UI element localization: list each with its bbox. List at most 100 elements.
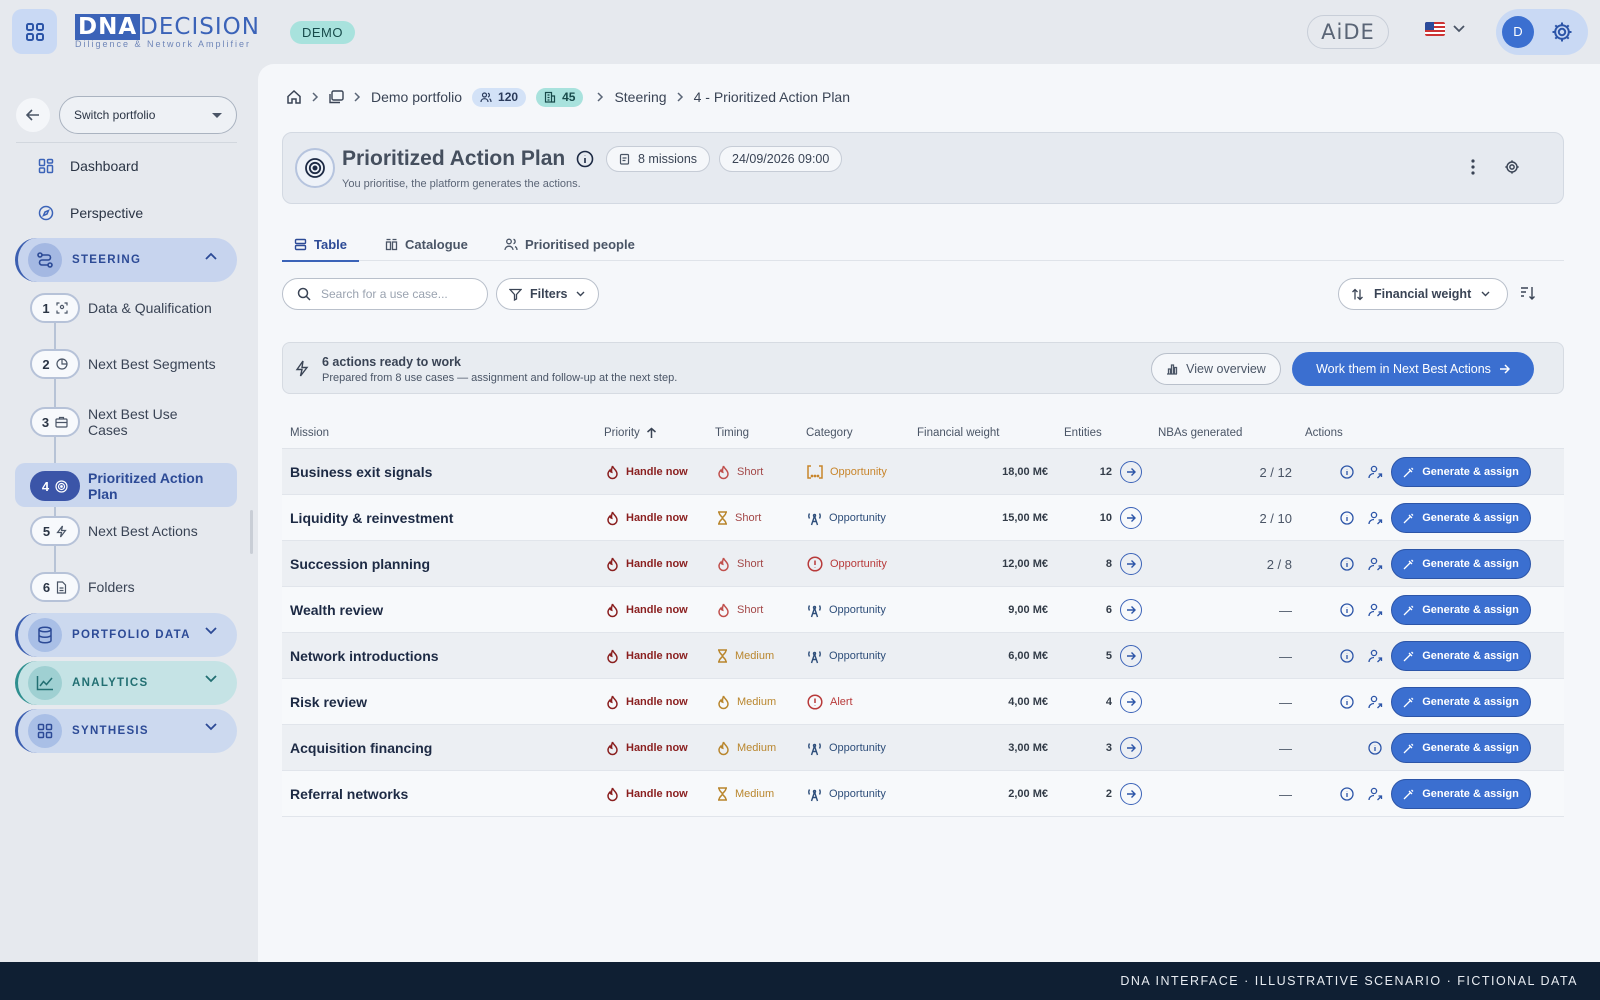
info-button[interactable] (1340, 541, 1354, 587)
open-entities-button[interactable] (1120, 737, 1142, 759)
tab-catalogue[interactable]: Catalogue (385, 227, 468, 261)
more-vertical-icon[interactable] (1471, 159, 1475, 175)
info-button[interactable] (1340, 679, 1354, 725)
home-icon[interactable] (286, 89, 302, 105)
info-icon[interactable] (1340, 511, 1354, 525)
settings-gear-icon[interactable] (1550, 20, 1574, 44)
generate-assign-button[interactable]: Generate & assign (1391, 641, 1531, 671)
info-icon[interactable] (1340, 649, 1354, 663)
breadcrumb-portfolio[interactable]: Demo portfolio (371, 89, 462, 105)
step-folders[interactable]: 6 Folders (30, 572, 218, 602)
col-timing[interactable]: Timing (715, 427, 749, 439)
mission-name[interactable]: Business exit signals (290, 449, 432, 495)
assign-user-icon[interactable] (1368, 695, 1383, 709)
table-row[interactable]: Referral networks Handle now Medium Oppo… (282, 771, 1564, 817)
table-row[interactable]: Acquisition financing Handle now Medium … (282, 725, 1564, 771)
tab-prioritised-people[interactable]: Prioritised people (504, 227, 635, 261)
open-entities-button[interactable] (1120, 461, 1142, 483)
col-financial-weight[interactable]: Financial weight (917, 427, 999, 439)
assign-user-icon[interactable] (1368, 465, 1383, 479)
info-icon[interactable] (1340, 787, 1354, 801)
generate-assign-button[interactable]: Generate & assign (1391, 733, 1531, 763)
assign-button[interactable] (1368, 633, 1383, 679)
assign-button[interactable] (1368, 587, 1383, 633)
assign-button[interactable] (1368, 679, 1383, 725)
col-nbas-generated[interactable]: NBAs generated (1158, 427, 1242, 439)
info-icon[interactable] (1368, 741, 1382, 755)
generate-assign-button[interactable]: Generate & assign (1391, 687, 1531, 717)
generate-assign-button[interactable]: Generate & assign (1391, 595, 1531, 625)
assign-user-icon[interactable] (1368, 649, 1383, 663)
col-category[interactable]: Category (806, 427, 853, 439)
filters-button[interactable]: Filters (496, 278, 599, 310)
info-button[interactable] (1368, 725, 1382, 771)
generate-assign-button[interactable]: Generate & assign (1391, 779, 1531, 809)
work-in-nba-button[interactable]: Work them in Next Best Actions (1292, 352, 1534, 386)
info-icon[interactable] (1340, 603, 1354, 617)
info-button[interactable] (1340, 495, 1354, 541)
assign-user-icon[interactable] (1368, 557, 1383, 571)
info-icon[interactable] (1340, 557, 1354, 571)
step-next-best-use-cases[interactable]: 3 Next Best Use Cases (30, 406, 218, 438)
sort-field-select[interactable]: Financial weight (1338, 278, 1508, 310)
tab-table[interactable]: Table (282, 227, 359, 262)
sidebar-group-steering[interactable]: STEERING (15, 238, 237, 282)
app-logo[interactable]: DNA DECISION Diligence & Network Amplifie… (75, 14, 260, 49)
sort-direction-icon[interactable] (1520, 286, 1536, 300)
open-entities-button[interactable] (1120, 783, 1142, 805)
search-input[interactable] (321, 287, 471, 301)
table-row[interactable]: Business exit signals Handle now Short O… (282, 449, 1564, 495)
open-entities-button[interactable] (1120, 691, 1142, 713)
table-row[interactable]: Liquidity & reinvestment Handle now Shor… (282, 495, 1564, 541)
mission-name[interactable]: Wealth review (290, 587, 383, 633)
mission-name[interactable]: Acquisition financing (290, 725, 432, 771)
portfolio-icon[interactable] (329, 90, 344, 104)
assign-user-icon[interactable] (1368, 603, 1383, 617)
sidebar-item-dashboard[interactable]: Dashboard (38, 152, 139, 180)
mission-name[interactable]: Succession planning (290, 541, 430, 587)
assign-user-icon[interactable] (1368, 787, 1383, 801)
generate-assign-button[interactable]: Generate & assign (1391, 503, 1531, 533)
assign-button[interactable] (1368, 449, 1383, 495)
table-row[interactable]: Succession planning Handle now Short Opp… (282, 541, 1564, 587)
step-next-best-segments[interactable]: 2 Next Best Segments (30, 349, 218, 379)
step-data-qualification[interactable]: 1 Data & Qualification (30, 293, 218, 323)
step-next-best-actions[interactable]: 5 Next Best Actions (30, 516, 218, 546)
table-row[interactable]: Network introductions Handle now Medium … (282, 633, 1564, 679)
sidebar-group-synthesis[interactable]: SYNTHESIS (15, 709, 237, 753)
mission-name[interactable]: Risk review (290, 679, 367, 725)
settings-gear-icon[interactable] (1504, 159, 1520, 175)
sidebar-scrollbar[interactable] (250, 510, 253, 554)
language-selector[interactable] (1425, 22, 1465, 36)
step-prioritized-action-plan[interactable]: 4 Prioritized Action Plan (30, 470, 218, 502)
info-icon[interactable] (1340, 465, 1354, 479)
generate-assign-button[interactable]: Generate & assign (1391, 457, 1531, 487)
switch-portfolio-select[interactable]: Switch portfolio (59, 96, 237, 134)
col-priority[interactable]: Priority (604, 427, 657, 439)
open-entities-button[interactable] (1120, 645, 1142, 667)
mission-name[interactable]: Network introductions (290, 633, 439, 679)
col-mission[interactable]: Mission (290, 427, 329, 439)
assign-button[interactable] (1368, 541, 1383, 587)
sidebar-group-portfolio-data[interactable]: PORTFOLIO DATA (15, 613, 237, 657)
assign-button[interactable] (1368, 495, 1383, 541)
search-field[interactable] (282, 278, 488, 310)
mission-name[interactable]: Liquidity & reinvestment (290, 495, 453, 541)
open-entities-button[interactable] (1120, 553, 1142, 575)
open-entities-button[interactable] (1120, 507, 1142, 529)
table-row[interactable]: Risk review Handle now Medium Alert 4,00… (282, 679, 1564, 725)
aide-button[interactable]: AiDE (1307, 15, 1389, 49)
open-entities-button[interactable] (1120, 599, 1142, 621)
info-button[interactable] (1340, 449, 1354, 495)
info-button[interactable] (1340, 633, 1354, 679)
assign-button[interactable] (1368, 771, 1383, 817)
info-icon[interactable] (1340, 695, 1354, 709)
generate-assign-button[interactable]: Generate & assign (1391, 549, 1531, 579)
sidebar-item-perspective[interactable]: Perspective (38, 199, 143, 227)
sidebar-group-analytics[interactable]: ANALYTICS (15, 661, 237, 705)
table-row[interactable]: Wealth review Handle now Short Opportuni… (282, 587, 1564, 633)
mission-name[interactable]: Referral networks (290, 771, 408, 817)
breadcrumb-steering[interactable]: Steering (614, 89, 666, 105)
back-button[interactable] (16, 98, 50, 132)
info-icon[interactable] (576, 150, 594, 168)
